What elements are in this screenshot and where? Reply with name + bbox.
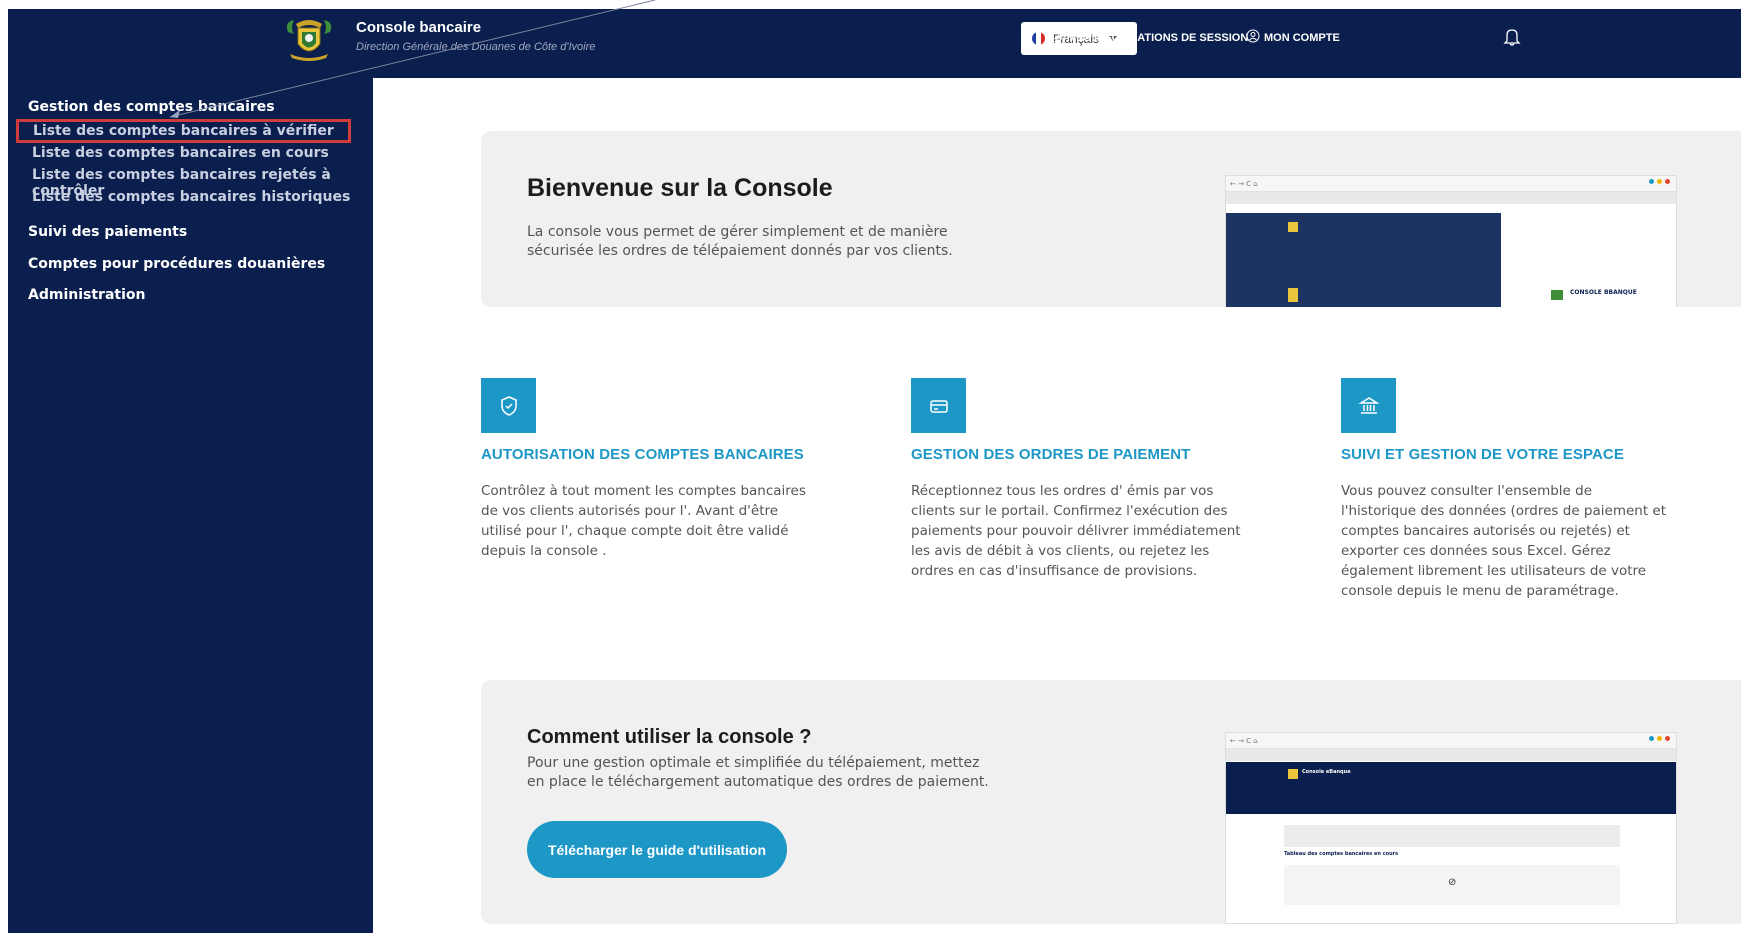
feature-payment-orders: GESTION DES ORDRES DE PAIEMENT Réception… <box>911 378 1261 581</box>
card-icon <box>911 378 966 433</box>
feature-title: SUIVI ET GESTION DE VOTRE ESPACE <box>1341 446 1624 463</box>
empty-state-icon: ⊘ <box>1448 877 1457 888</box>
preview-login-panel <box>1226 213 1501 307</box>
preview-app-title: Console eBanque <box>1302 769 1351 775</box>
guide-card: Comment utiliser la console ? Pour une g… <box>481 680 1741 924</box>
feature-account-authorization: AUTORISATION DES COMPTES BANCAIRES Contr… <box>481 378 831 561</box>
browser-toolbar: ← → C ⌂ <box>1226 176 1676 192</box>
preview-card-icon <box>1288 288 1298 302</box>
preview-notice <box>1284 825 1620 847</box>
preview-logo <box>1288 222 1298 232</box>
console-usage-preview-image: ← → C ⌂ Console eBanque Tableau des comp… <box>1225 732 1677 924</box>
shield-icon <box>481 378 536 433</box>
console-preview-image: ← → C ⌂ CONSOLE BBANQUE <box>1225 175 1677 307</box>
feature-text: Contrôlez à tout moment les comptes banc… <box>481 483 806 559</box>
download-guide-button[interactable]: Télécharger le guide d'utilisation <box>527 821 787 878</box>
guide-text: Pour une gestion optimale et simplifiée … <box>527 755 989 790</box>
feature-title: AUTORISATION DES COMPTES BANCAIRES <box>481 446 804 463</box>
feature-text: Réceptionnez tous les ordres d' émis par… <box>911 483 1241 579</box>
preview-brand-logo <box>1551 290 1563 300</box>
preview-table-title: Tableau des comptes bancaires en cours <box>1284 851 1399 857</box>
feature-space-management: SUIVI ET GESTION DE VOTRE ESPACE Vous po… <box>1341 378 1691 601</box>
preview-brand-label: CONSOLE BBANQUE <box>1570 289 1637 296</box>
welcome-text: La console vous permet de gérer simpleme… <box>527 224 953 259</box>
feature-text: Vous pouvez consulter l'ensemble de l'hi… <box>1341 483 1667 599</box>
bank-icon <box>1341 378 1396 433</box>
welcome-card: Bienvenue sur la Console La console vous… <box>481 131 1741 307</box>
guide-title: Comment utiliser la console ? <box>527 726 812 748</box>
browser-toolbar: ← → C ⌂ <box>1226 733 1676 749</box>
preview-logo <box>1288 769 1298 779</box>
welcome-title: Bienvenue sur la Console <box>527 174 833 202</box>
feature-title: GESTION DES ORDRES DE PAIEMENT <box>911 446 1191 463</box>
